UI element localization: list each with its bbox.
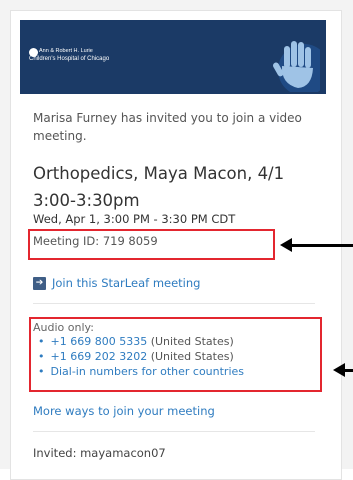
meeting-id-arrow-icon (280, 238, 353, 252)
join-meeting-label[interactable]: Join this StarLeaf meeting (52, 276, 200, 290)
invite-message: Marisa Furney has invited you to join a … (33, 111, 302, 143)
arrow-right-icon: ➔ (33, 276, 46, 290)
hospital-header-banner: Ann & Robert H. Lurie Children's Hospita… (20, 20, 326, 94)
divider (33, 303, 315, 304)
logo-line2: Children's Hospital of Chicago (29, 56, 110, 62)
join-meeting-link[interactable]: ➔ Join this StarLeaf meeting (33, 276, 200, 290)
meeting-title: Orthopedics, Maya Macon, 4/1 3:00-3:30pm (33, 164, 285, 210)
divider (33, 431, 315, 432)
meeting-id-highlight-box (28, 229, 275, 260)
audio-arrow-icon (333, 363, 353, 377)
more-ways-link[interactable]: More ways to join your meeting (33, 404, 215, 418)
invited-user: Invited: mayamacon07 (33, 446, 166, 460)
raised-hand-icon (273, 41, 320, 92)
meeting-datetime: Wed, Apr 1, 3:00 PM - 3:30 PM CDT (33, 212, 236, 226)
audio-highlight-box (29, 317, 322, 392)
logo-line1: Ann & Robert H. Lurie (39, 48, 93, 54)
